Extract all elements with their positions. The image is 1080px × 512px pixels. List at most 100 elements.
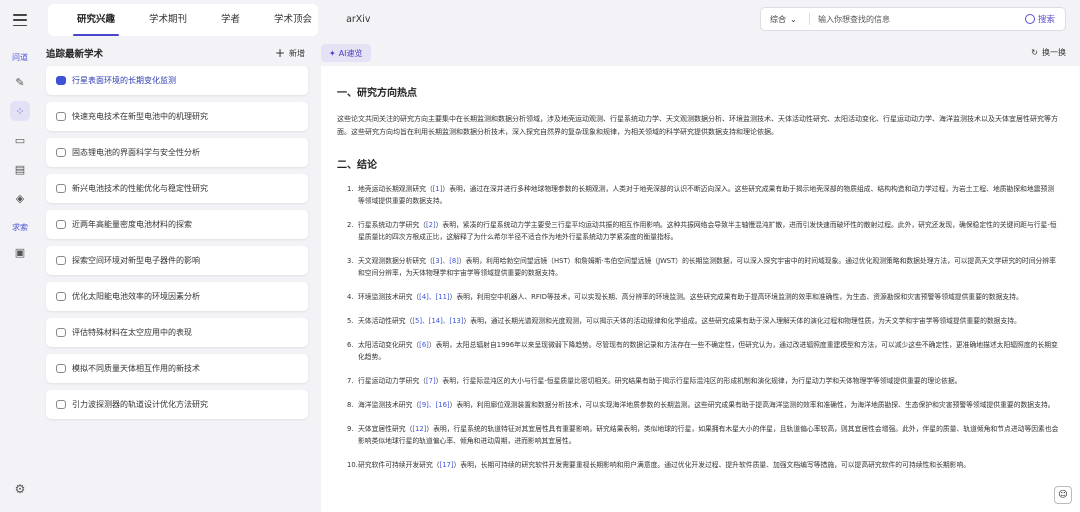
chat-icon: [56, 112, 66, 121]
summary-content: 一、研究方向热点 这些论文共同关注的研究方向主要集中在长期监测和数据分析领域，涉…: [337, 84, 1059, 483]
conclusion-lead: 天文观测数据分析研究（: [358, 257, 433, 265]
conclusion-number: 1.: [347, 185, 354, 193]
reference-link[interactable]: [12]: [412, 425, 426, 433]
chat-icon: [56, 256, 66, 265]
reference-link[interactable]: [17]: [440, 461, 454, 469]
tracking-list-panel: 追踪最新学术 + 新增 行星表面环境的长期变化监测 快速充电技术在新型电池中的机…: [40, 40, 315, 512]
conclusion-lead: 地壳运动长期观测研究（: [358, 185, 433, 193]
assistant-icon[interactable]: ☺: [1054, 486, 1072, 504]
list-header: 追踪最新学术 + 新增: [40, 40, 315, 66]
search-input[interactable]: [810, 14, 1025, 24]
conclusion-number: 9.: [347, 425, 354, 433]
list-item[interactable]: 评估特殊材料在太空应用中的表现: [46, 318, 308, 347]
reference-link[interactable]: [3]、[8]: [433, 257, 459, 265]
reference-link[interactable]: [2]: [426, 221, 436, 229]
list-item-label: 优化太阳能电池效率的环境因素分析: [72, 292, 200, 301]
refresh-icon: ↻: [1031, 48, 1038, 57]
tab-list: 研究兴趣 学术期刊 学者 学术顶会 arXiv: [60, 0, 388, 40]
conclusion-item: 4. 环境监测技术研究（[4]、[11]）表明，利用空中机器人、RFID等技术，可…: [337, 291, 1059, 303]
tab-arxiv[interactable]: arXiv: [329, 0, 388, 40]
reference-link[interactable]: [5]、[14]、[13]: [412, 317, 463, 325]
chat-icon: [56, 364, 66, 373]
document-icon[interactable]: ▤: [10, 159, 30, 179]
list-item-label: 行星表面环境的长期变化监测: [72, 76, 176, 85]
rail-label-ask: 问道: [12, 53, 28, 62]
tab-scholars[interactable]: 学者: [204, 0, 257, 40]
reference-link[interactable]: [6]: [419, 341, 429, 349]
conclusion-item: 9. 天体宜居性研究（[12]）表明，行星系统的轨道特征对其宜居性具有重要影响。研…: [337, 423, 1059, 447]
summary-toolbar: ✦ AI速览 ↻ 换一换: [321, 40, 1080, 66]
chat-icon: [56, 148, 66, 157]
conclusion-number: 2.: [347, 221, 354, 229]
search-button-label: 搜索: [1037, 15, 1055, 25]
settings-icon[interactable]: ⚙: [15, 482, 26, 496]
chat-icon: [56, 76, 66, 85]
conclusion-number: 7.: [347, 377, 354, 385]
chat-icon: [56, 328, 66, 337]
section-title-hotspots: 一、研究方向热点: [337, 88, 417, 99]
list-item[interactable]: 快速充电技术在新型电池中的机理研究: [46, 102, 308, 131]
conclusion-number: 8.: [347, 401, 354, 409]
list-item-label: 引力波探测器的轨道设计优化方法研究: [72, 400, 208, 409]
conclusion-item: 5. 天体活动性研究（[5]、[14]、[13]）表明，通过长期光谱观测和光度观测…: [337, 315, 1059, 327]
list-item[interactable]: 探索空间环境对新型电子器件的影响: [46, 246, 308, 275]
conclusion-lead: 太阳活动变化研究（: [358, 341, 420, 349]
conclusion-item: 10. 研究软件可持续开发研究（[17]）表明，长期可持续的研究软件开发需要重视长…: [337, 459, 1059, 471]
tab-research-interest[interactable]: 研究兴趣: [60, 0, 132, 40]
tab-conferences[interactable]: 学术顶会: [257, 0, 329, 40]
refresh-button[interactable]: ↻ 换一换: [1031, 47, 1066, 58]
top-bar: 研究兴趣 学术期刊 学者 学术顶会 arXiv 综合 ⌄ 搜索: [40, 0, 1080, 40]
refresh-label: 换一换: [1042, 48, 1066, 57]
notebook-icon[interactable]: ▣: [10, 242, 30, 262]
search-bar: 综合 ⌄ 搜索: [760, 7, 1066, 31]
book-icon[interactable]: ▭: [10, 130, 30, 150]
edit-icon[interactable]: ✎: [10, 72, 30, 92]
search-scope-label: 综合: [770, 14, 786, 24]
list-item[interactable]: 新兴电池技术的性能优化与稳定性研究: [46, 174, 308, 203]
layers-icon[interactable]: ◈: [10, 188, 30, 208]
chat-icon: [56, 220, 66, 229]
topic-list: 行星表面环境的长期变化监测 快速充电技术在新型电池中的机理研究 固态锂电池的界面…: [40, 66, 315, 419]
conclusion-text: ）表明，太阳总辐射自1996年以来呈现微弱下降趋势。尽管现有的数据记录和方法存在…: [358, 341, 1058, 361]
conclusion-text: ）表明，行星系统的轨道特征对其宜居性具有重要影响。研究结果表明，类似地球的行星，…: [358, 425, 1059, 445]
conclusion-text: ）表明，通过在深井进行多种地球物理参数的长期观测，人类对于地壳深部的认识不断迈向…: [358, 185, 1055, 205]
conclusion-number: 10.: [347, 461, 358, 469]
conclusion-number: 4.: [347, 293, 354, 301]
conclusion-item: 6. 太阳活动变化研究（[6]）表明，太阳总辐射自1996年以来呈现微弱下降趋势。…: [337, 339, 1059, 363]
search-scope-select[interactable]: 综合 ⌄: [761, 14, 809, 25]
list-item[interactable]: 优化太阳能电池效率的环境因素分析: [46, 282, 308, 311]
search-button[interactable]: 搜索: [1024, 13, 1065, 25]
conclusion-item: 2. 行星系统动力学研究（[2]）表明，紧凑的行星系统动力学主要受三行星平均运动共…: [337, 219, 1059, 243]
list-item-label: 评估特殊材料在太空应用中的表现: [72, 328, 192, 337]
section-title-conclusions: 二、结论: [337, 160, 377, 171]
list-item[interactable]: 模拟不同质量天体相互作用的新技术: [46, 354, 308, 383]
conclusion-item: 3. 天文观测数据分析研究（[3]、[8]）表明，利用哈勃空间望远镜（HST）和詹…: [337, 255, 1059, 279]
reference-link[interactable]: [7]: [426, 377, 436, 385]
conclusion-lead: 环境监测技术研究（: [358, 293, 420, 301]
hotspots-paragraph: 这些论文共同关注的研究方向主要集中在长期监测和数据分析领域，涉及地壳运动观测、行…: [337, 115, 1058, 136]
reference-link[interactable]: [1]: [433, 185, 443, 193]
list-item[interactable]: 近两年高能量密度电池材料的探索: [46, 210, 308, 239]
chevron-down-icon: ⌄: [790, 14, 797, 24]
list-item[interactable]: 引力波探测器的轨道设计优化方法研究: [46, 390, 308, 419]
list-item-label: 模拟不同质量天体相互作用的新技术: [72, 364, 200, 373]
list-item[interactable]: 行星表面环境的长期变化监测: [46, 66, 308, 95]
list-item-label: 近两年高能量密度电池材料的探索: [72, 220, 192, 229]
conclusion-lead: 研究软件可持续开发研究（: [358, 461, 440, 469]
reference-link[interactable]: [4]、[11]: [419, 293, 449, 301]
ai-overview-label: AI速览: [338, 48, 363, 58]
sparkle-icon: ✦: [329, 48, 336, 58]
tab-journals[interactable]: 学术期刊: [132, 0, 204, 40]
add-topic-button[interactable]: + 新增: [275, 47, 305, 59]
summary-panel: ✦ AI速览 ↻ 换一换 一、研究方向热点 这些论文共同关注的研究方向主要集中在…: [321, 40, 1080, 512]
ai-overview-chip[interactable]: ✦ AI速览: [321, 44, 371, 62]
conclusion-item: 1. 地壳运动长期观测研究（[1]）表明，通过在深井进行多种地球物理参数的长期观测…: [337, 183, 1059, 207]
chat-icon: [56, 292, 66, 301]
reference-link[interactable]: [9]、[16]: [419, 401, 449, 409]
menu-icon[interactable]: [13, 14, 27, 26]
conclusion-text: ）表明，通过长期光谱观测和光度观测，可以揭示天体的活动规律和化学组成。这些研究成…: [463, 317, 1021, 325]
apps-icon[interactable]: ⁘: [10, 101, 30, 121]
list-item-label: 快速充电技术在新型电池中的机理研究: [72, 112, 208, 121]
rail-label-search: 求索: [12, 223, 28, 232]
list-item[interactable]: 固态锂电池的界面科学与安全性分析: [46, 138, 308, 167]
